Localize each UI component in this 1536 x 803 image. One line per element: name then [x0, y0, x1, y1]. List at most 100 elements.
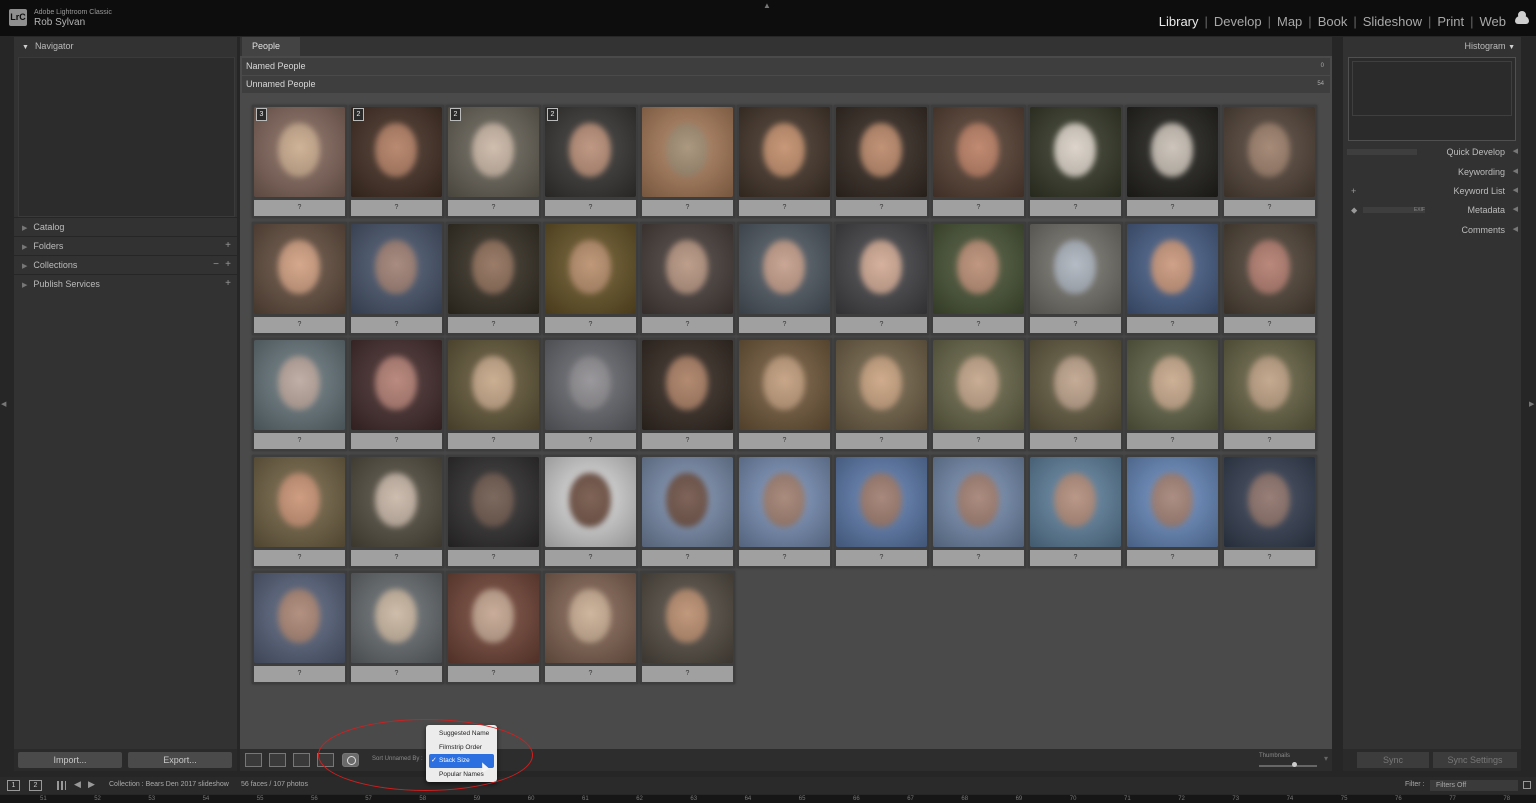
- face-photo[interactable]: [836, 107, 927, 197]
- face-name-field[interactable]: ?: [836, 316, 927, 333]
- navigator-preview[interactable]: [18, 57, 235, 217]
- face-photo[interactable]: [545, 107, 636, 197]
- face-photo[interactable]: [254, 107, 345, 197]
- face-thumbnail[interactable]: ?: [737, 338, 832, 451]
- face-photo[interactable]: [739, 107, 830, 197]
- sync-button[interactable]: Sync: [1357, 752, 1429, 768]
- filmstrip-frame-number[interactable]: 74: [1287, 795, 1294, 803]
- face-name-field[interactable]: ?: [448, 316, 539, 333]
- filmstrip-frame-number[interactable]: 60: [528, 795, 535, 803]
- secondary-window-button[interactable]: 2: [29, 780, 42, 791]
- filmstrip-frame-number[interactable]: 72: [1178, 795, 1185, 803]
- filmstrip-frame-number[interactable]: 59: [474, 795, 481, 803]
- face-thumbnail[interactable]: ?: [1125, 338, 1220, 451]
- face-name-field[interactable]: ?: [933, 549, 1024, 566]
- module-slideshow[interactable]: Slideshow: [1363, 14, 1422, 29]
- face-name-field[interactable]: ?: [642, 666, 733, 682]
- toolbar-options-icon[interactable]: ▾: [1324, 754, 1328, 763]
- tab-people[interactable]: People: [242, 37, 300, 56]
- face-thumbnail[interactable]: ?: [1028, 105, 1123, 218]
- comments-header[interactable]: Comments ◀: [1343, 221, 1521, 239]
- face-thumbnail[interactable]: ?: [737, 105, 832, 218]
- grid-view-icon[interactable]: [245, 753, 262, 767]
- face-photo[interactable]: [933, 223, 1024, 314]
- face-name-field[interactable]: ?: [545, 433, 636, 449]
- filmstrip-frame-number[interactable]: 63: [690, 795, 697, 803]
- face-name-field[interactable]: ?: [448, 433, 539, 449]
- face-thumbnail[interactable]: ?: [446, 338, 541, 451]
- export-button[interactable]: Export...: [128, 752, 232, 768]
- face-thumbnail[interactable]: ?: [1222, 338, 1317, 451]
- collapse-left-panel-icon[interactable]: ◀: [1, 400, 6, 408]
- face-name-field[interactable]: ?: [545, 316, 636, 333]
- named-people-header[interactable]: Named People 0: [242, 58, 1330, 75]
- face-name-field[interactable]: ?: [1030, 316, 1121, 333]
- face-thumbnail[interactable]: ?: [1125, 454, 1220, 568]
- face-name-field[interactable]: ?: [1224, 433, 1315, 449]
- face-photo[interactable]: [1127, 107, 1218, 197]
- face-photo[interactable]: [254, 456, 345, 547]
- filmstrip-frame-number[interactable]: 68: [961, 795, 968, 803]
- face-name-field[interactable]: ?: [933, 200, 1024, 216]
- keyword-list-header[interactable]: + Keyword List ◀: [1343, 182, 1521, 200]
- filmstrip-frame-number[interactable]: 58: [419, 795, 426, 803]
- filmstrip-frame-number[interactable]: 71: [1124, 795, 1131, 803]
- face-name-field[interactable]: ?: [933, 316, 1024, 333]
- face-thumbnail[interactable]: ?: [543, 571, 638, 684]
- face-photo[interactable]: [1127, 456, 1218, 547]
- face-photo[interactable]: [448, 107, 539, 197]
- face-photo[interactable]: [254, 340, 345, 430]
- face-photo[interactable]: [254, 573, 345, 663]
- collections-header[interactable]: ▶ Collections − +: [14, 256, 237, 274]
- face-name-field[interactable]: ?: [642, 549, 733, 566]
- face-thumbnail[interactable]: ?: [1125, 221, 1220, 335]
- face-thumbnail[interactable]: ?: [834, 221, 929, 335]
- face-name-field[interactable]: ?: [836, 549, 927, 566]
- face-photo[interactable]: [351, 107, 442, 197]
- face-thumbnail[interactable]: ?: [931, 221, 1026, 335]
- filmstrip-frame-number[interactable]: 61: [582, 795, 589, 803]
- face-name-field[interactable]: ?: [254, 316, 345, 333]
- face-name-field[interactable]: ?: [642, 316, 733, 333]
- current-source-label[interactable]: Collection : Bears Den 2017 slideshow: [109, 781, 229, 788]
- face-photo[interactable]: [1127, 340, 1218, 430]
- face-thumbnail[interactable]: ?: [543, 338, 638, 451]
- face-photo[interactable]: [351, 456, 442, 547]
- face-name-field[interactable]: ?: [739, 200, 830, 216]
- face-name-field[interactable]: ?: [351, 200, 442, 216]
- face-photo[interactable]: [545, 223, 636, 314]
- metadata-header[interactable]: ⬥ EXIF Metadata ◀: [1343, 201, 1521, 219]
- sync-settings-button[interactable]: Sync Settings: [1433, 752, 1517, 768]
- filmstrip-frame-number[interactable]: 56: [311, 795, 318, 803]
- thumbnail-slider-handle[interactable]: [1292, 762, 1297, 767]
- filmstrip-frame-number[interactable]: 73: [1232, 795, 1239, 803]
- module-book[interactable]: Book: [1318, 14, 1348, 29]
- face-name-field[interactable]: ?: [1127, 316, 1218, 333]
- back-arrow-icon[interactable]: ◀: [74, 779, 81, 790]
- face-photo[interactable]: [1224, 223, 1315, 314]
- face-thumbnail[interactable]: ?: [543, 454, 638, 568]
- filmstrip-frame-number[interactable]: 57: [365, 795, 372, 803]
- face-photo[interactable]: [1030, 107, 1121, 197]
- face-thumbnail[interactable]: ?: [252, 454, 347, 568]
- face-photo[interactable]: [448, 223, 539, 314]
- stack-count-badge[interactable]: 2: [353, 108, 364, 121]
- face-photo[interactable]: [836, 223, 927, 314]
- face-name-field[interactable]: ?: [254, 666, 345, 682]
- filmstrip-frame-number[interactable]: 67: [907, 795, 914, 803]
- filter-select[interactable]: Filters Off: [1430, 780, 1518, 791]
- face-thumbnail[interactable]: ?: [1222, 454, 1317, 568]
- loupe-view-icon[interactable]: [269, 753, 286, 767]
- quick-develop-header[interactable]: Quick Develop ◀: [1343, 143, 1521, 161]
- face-photo[interactable]: [448, 456, 539, 547]
- face-thumbnail[interactable]: ?: [1222, 221, 1317, 335]
- face-photo[interactable]: [739, 223, 830, 314]
- folders-header[interactable]: ▶ Folders +: [14, 237, 237, 255]
- main-window-button[interactable]: 1: [7, 780, 20, 791]
- metadata-set-icon[interactable]: ⬥: [1351, 201, 1357, 219]
- add-keyword-icon[interactable]: +: [1351, 182, 1356, 200]
- face-thumbnail[interactable]: ?: [446, 454, 541, 568]
- face-photo[interactable]: [351, 223, 442, 314]
- face-photo[interactable]: [642, 223, 733, 314]
- face-thumbnail[interactable]: ?: [1028, 221, 1123, 335]
